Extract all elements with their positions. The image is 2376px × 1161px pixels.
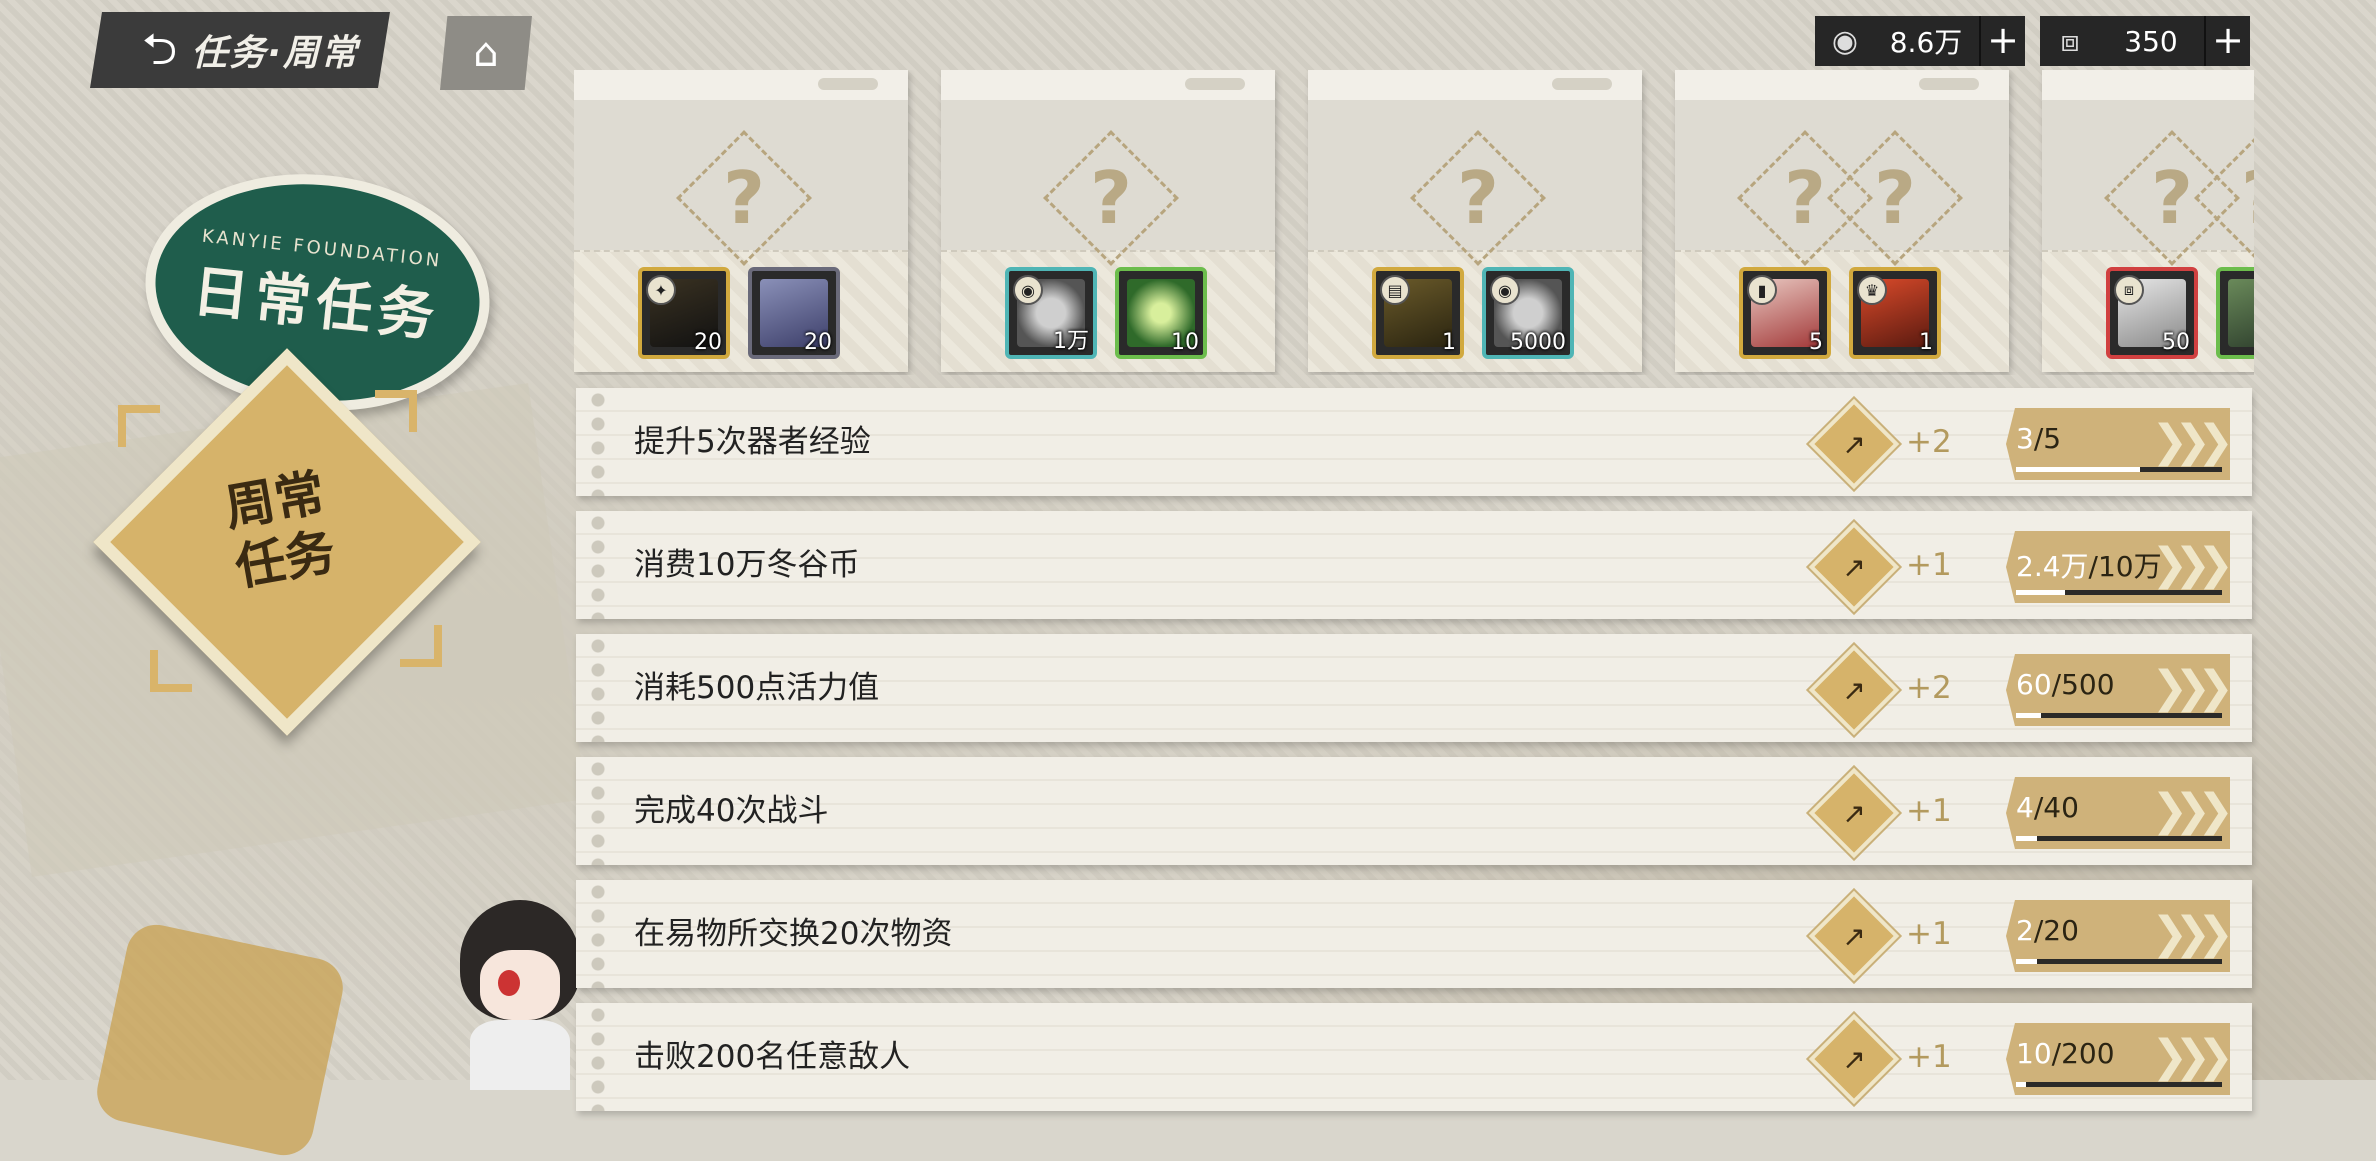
home-button[interactable]: ⌂ — [440, 16, 532, 90]
task-row[interactable]: 完成40次战斗 ↗ +1 ❯❯❯ 4/40 — [576, 757, 2252, 865]
task-points: +2 — [1906, 424, 1952, 460]
currency-tickets: ⧈ 350 + — [2040, 16, 2250, 66]
reward-item[interactable] — [2216, 267, 2254, 359]
activity-point-icon: ↗ — [1808, 644, 1900, 736]
progress-text: 2/20 — [2016, 914, 2079, 947]
back-button[interactable]: ⮌ 任务·周常 — [90, 12, 390, 88]
ticket-icon: ⧈ — [2060, 23, 2080, 59]
task-points: +1 — [1906, 793, 1952, 829]
task-name: 消费10万冬谷币 — [634, 547, 860, 583]
reward-item[interactable]: ⧈ 50 — [2106, 267, 2198, 359]
reward-item[interactable]: ♛ 1 — [1849, 267, 1941, 359]
ticket-value: 350 — [2124, 24, 2178, 58]
reward-item[interactable]: ▮ 5 — [1739, 267, 1831, 359]
progress-text: 10/200 — [2016, 1037, 2115, 1070]
task-list[interactable]: 提升5次器者经验 ↗ +2 ❯❯❯ 3/5 消费10万冬谷币 ↗ +1 ❯❯❯ … — [576, 388, 2252, 1111]
selection-bracket — [400, 625, 442, 667]
progress-bar — [2016, 590, 2222, 595]
task-progress-button[interactable]: ❯❯❯ 3/5 — [2006, 408, 2230, 480]
task-progress-button[interactable]: ❯❯❯ 4/40 — [2006, 777, 2230, 849]
progress-bar — [2016, 836, 2222, 841]
reward-card[interactable]: ? ? ▮ 5 ♛ 1 — [1675, 70, 2009, 372]
reward-card[interactable]: ? ◉ 1万 10 — [941, 70, 1275, 372]
ticket-icon: ⧈ — [2114, 275, 2144, 305]
task-points: +1 — [1906, 547, 1952, 583]
activity-point-icon: ↗ — [1808, 767, 1900, 859]
activity-point-icon: ↗ — [1808, 521, 1900, 613]
reward-card[interactable]: ? ▤ 1 ◉ 5000 — [1308, 70, 1642, 372]
reward-item[interactable]: ▤ 1 — [1372, 267, 1464, 359]
coin-icon: ◉ — [1490, 275, 1520, 305]
task-points: +2 — [1906, 670, 1952, 706]
task-name: 完成40次战斗 — [634, 793, 829, 829]
reward-card[interactable]: ? ? ⧈ 50 — [2042, 70, 2254, 372]
go-arrow-icon: ❯❯❯ — [2151, 539, 2230, 590]
task-progress-button[interactable]: ❯❯❯ 2.4万/10万 — [2006, 531, 2230, 603]
item-type-icon: ✦ — [646, 275, 676, 305]
task-points: +1 — [1906, 1039, 1952, 1075]
item-type-icon: ▤ — [1380, 275, 1410, 305]
progress-bar — [2016, 713, 2222, 718]
character-avatar — [440, 880, 590, 1090]
weekly-tasks-label: 周常 任务 — [220, 463, 340, 597]
go-arrow-icon: ❯❯❯ — [2151, 908, 2230, 959]
add-coins-button[interactable]: + — [1979, 16, 2025, 66]
binder-holes — [588, 1003, 608, 1111]
go-arrow-icon: ❯❯❯ — [2151, 662, 2230, 713]
progress-bar — [2016, 959, 2222, 964]
progress-text: 4/40 — [2016, 791, 2079, 824]
go-arrow-icon: ❯❯❯ — [2151, 416, 2230, 467]
progress-text: 3/5 — [2016, 422, 2062, 455]
selection-bracket — [150, 650, 192, 692]
go-arrow-icon: ❯❯❯ — [2151, 785, 2230, 836]
task-name: 消耗500点活力值 — [634, 670, 880, 706]
coin-value: 8.6万 — [1889, 26, 1963, 59]
progress-bar — [2016, 1082, 2222, 1087]
task-points: +1 — [1906, 916, 1952, 952]
reward-item[interactable]: ◉ 5000 — [1482, 267, 1574, 359]
reward-item[interactable]: 10 — [1115, 267, 1207, 359]
task-progress-button[interactable]: ❯❯❯ 60/500 — [2006, 654, 2230, 726]
task-row[interactable]: 提升5次器者经验 ↗ +2 ❯❯❯ 3/5 — [576, 388, 2252, 496]
reward-card[interactable]: ? ✦ 20 20 — [574, 70, 908, 372]
progress-text: 60/500 — [2016, 668, 2115, 701]
currency-coins: ◉ 8.6万 + — [1815, 16, 2025, 66]
binder-holes — [588, 511, 608, 619]
activity-point-icon: ↗ — [1808, 1013, 1900, 1105]
reward-item[interactable]: ✦ 20 — [638, 267, 730, 359]
task-name: 在易物所交换20次物资 — [634, 916, 953, 952]
go-arrow-icon: ❯❯❯ — [2151, 1031, 2230, 1082]
binder-holes — [588, 757, 608, 865]
task-row[interactable]: 消耗500点活力值 ↗ +2 ❯❯❯ 60/500 — [576, 634, 2252, 742]
task-row[interactable]: 击败200名任意敌人 ↗ +1 ❯❯❯ 10/200 — [576, 1003, 2252, 1111]
binder-holes — [588, 634, 608, 742]
home-icon: ⌂ — [473, 30, 499, 76]
task-progress-button[interactable]: ❯❯❯ 10/200 — [2006, 1023, 2230, 1095]
activity-point-icon: ↗ — [1808, 398, 1900, 490]
task-name: 提升5次器者经验 — [634, 424, 871, 460]
back-arrow-icon: ⮌ — [142, 24, 178, 75]
task-name: 击败200名任意敌人 — [634, 1039, 911, 1075]
coin-icon: ◉ — [1013, 275, 1043, 305]
binder-holes — [588, 388, 608, 496]
add-tickets-button[interactable]: + — [2204, 16, 2250, 66]
coin-icon: ◉ — [1831, 23, 1859, 59]
progress-text: 2.4万/10万 — [2016, 550, 2162, 583]
selection-bracket — [375, 390, 417, 432]
task-row[interactable]: 消费10万冬谷币 ↗ +1 ❯❯❯ 2.4万/10万 — [576, 511, 2252, 619]
selection-bracket — [118, 405, 160, 447]
item-type-icon: ▮ — [1747, 275, 1777, 305]
progress-bar — [2016, 467, 2222, 472]
reward-item[interactable]: 20 — [748, 267, 840, 359]
reward-cards-strip[interactable]: ? ✦ 20 20 ? ◉ 1万 10 ? ▤ 1 ◉ 5000 ? ? ▮ 5… — [574, 70, 2254, 375]
reward-item[interactable]: ◉ 1万 — [1005, 267, 1097, 359]
binder-holes — [588, 880, 608, 988]
task-progress-button[interactable]: ❯❯❯ 2/20 — [2006, 900, 2230, 972]
item-type-icon: ♛ — [1857, 275, 1887, 305]
activity-point-icon: ↗ — [1808, 890, 1900, 982]
page-title: 任务·周常 — [191, 33, 359, 74]
task-row[interactable]: 在易物所交换20次物资 ↗ +1 ❯❯❯ 2/20 — [576, 880, 2252, 988]
